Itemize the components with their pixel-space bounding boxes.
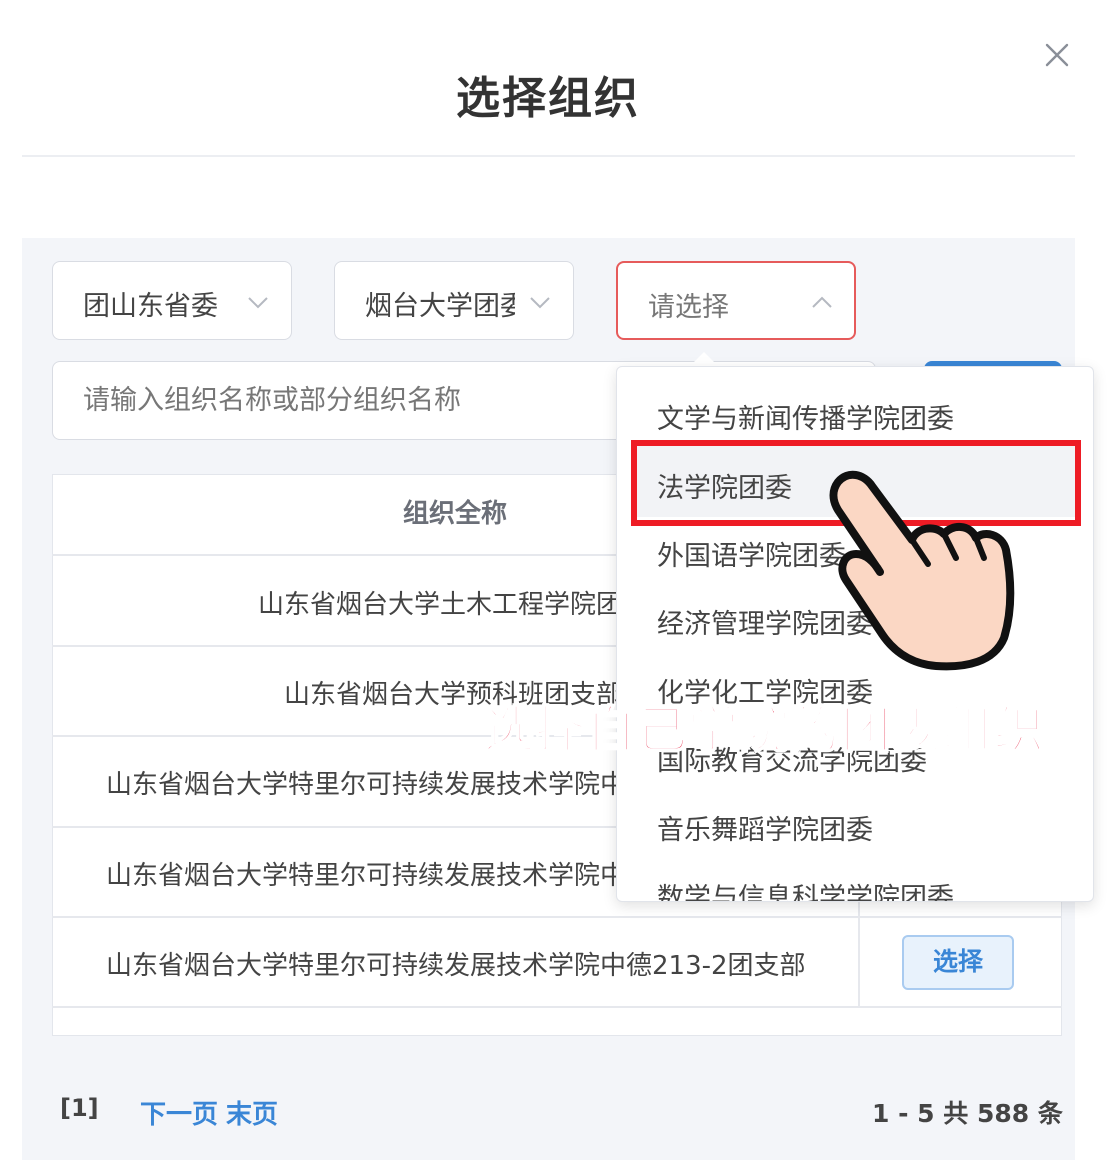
school-select[interactable]: 烟台大学团委 <box>334 261 574 340</box>
table-row: 山东省烟台大学特里尔可持续发展技术学院中 <box>106 770 618 800</box>
modal-title: 选择组织 <box>456 73 640 124</box>
pagination-current: [1] <box>60 1094 99 1122</box>
province-select-value: 团山东省委 <box>83 291 218 322</box>
table-row: 山东省烟台大学土木工程学院团 <box>258 590 618 620</box>
school-select-value: 烟台大学团委 <box>365 291 515 322</box>
pagination-last[interactable]: 末页 <box>226 1094 278 1131</box>
table-divider <box>52 1006 1062 1008</box>
close-icon[interactable] <box>1040 38 1074 72</box>
college-select[interactable]: 请选择 <box>616 261 856 340</box>
table-row: 山东省烟台大学特里尔可持续发展技术学院中德213-2团支部 <box>106 951 806 981</box>
pagination-total: 1 - 5 共 588 条 <box>872 1099 1063 1128</box>
chevron-down-icon <box>530 297 550 309</box>
header-divider <box>22 155 1075 157</box>
pointing-hand-icon <box>829 470 1015 671</box>
chevron-down-icon <box>248 297 268 309</box>
table-row: 山东省烟台大学特里尔可持续发展技术学院中 <box>106 861 618 891</box>
select-button[interactable]: 选择 <box>902 935 1014 990</box>
dropdown-option[interactable]: 数学与信息科学学院团委 <box>657 876 954 901</box>
dropdown-option[interactable]: 音乐舞蹈学院团委 <box>657 808 873 847</box>
instruction-annotation: 选择自己学院的团委组织 <box>483 700 1045 760</box>
table-divider <box>52 916 1062 918</box>
dropdown-arrow <box>690 352 718 366</box>
pagination-next[interactable]: 下一页 <box>140 1094 218 1131</box>
college-select-placeholder: 请选择 <box>648 292 729 323</box>
dropdown-option[interactable]: 文学与新闻传播学院团委 <box>657 397 954 436</box>
chevron-up-icon <box>812 296 832 308</box>
province-select[interactable]: 团山东省委 <box>52 261 292 340</box>
